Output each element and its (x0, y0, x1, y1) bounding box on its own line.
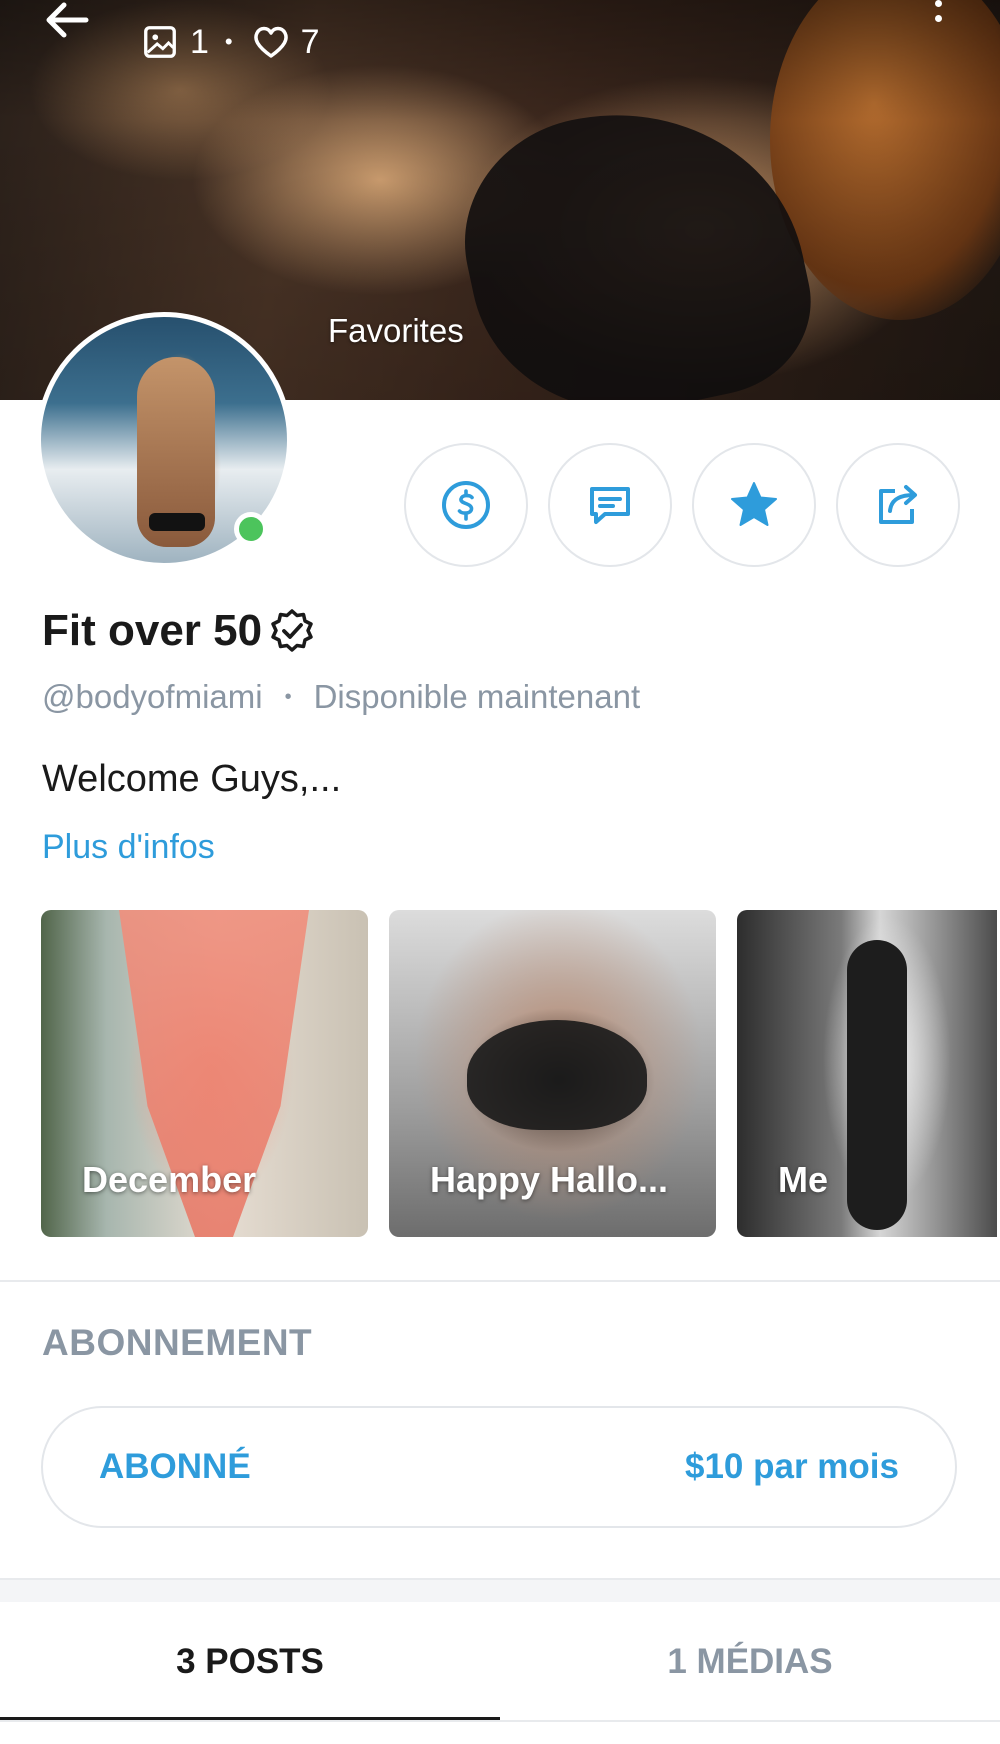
tabs-bottom-border (0, 1720, 1000, 1722)
profile-stats: 1 • 7 (140, 18, 320, 66)
more-info-link[interactable]: Plus d'infos (42, 828, 215, 867)
highlight-card[interactable]: Me (737, 910, 997, 1237)
share-icon (879, 485, 917, 524)
subscription-status: ABONNÉ (99, 1447, 251, 1486)
share-button[interactable] (836, 443, 960, 567)
online-status-dot (234, 512, 268, 546)
highlight-label: Happy Hallo... (430, 1159, 669, 1200)
subscribed-button[interactable]: ABONNÉ $10 par mois (41, 1406, 957, 1528)
highlight-label: December (82, 1159, 257, 1200)
tip-button[interactable] (404, 443, 528, 567)
profile-bio: Welcome Guys,... (42, 758, 342, 800)
profile-name-row: Fit over 50 (42, 606, 316, 656)
message-icon (590, 487, 630, 524)
section-divider (0, 1280, 1000, 1282)
highlight-card[interactable]: Happy Hallo... (389, 910, 716, 1237)
likes-count: 7 (300, 22, 320, 61)
profile-name: Fit over 50 (42, 606, 263, 655)
meta-separator: • (284, 685, 292, 708)
star-icon (731, 482, 777, 526)
more-options-button[interactable] (926, 0, 950, 40)
tab-posts[interactable]: 3 POSTS (0, 1602, 500, 1722)
highlight-label: Me (778, 1159, 829, 1200)
subscription-title: ABONNEMENT (42, 1322, 313, 1363)
stats-separator: • (224, 29, 233, 54)
media-count: 1 (190, 22, 209, 61)
availability-status: Disponible maintenant (313, 678, 641, 715)
heart-icon (251, 22, 291, 62)
cover-caption: Favorites (328, 312, 464, 349)
dollar-icon (442, 481, 490, 529)
arrow-left-icon (46, 2, 89, 38)
profile-actions (404, 443, 960, 567)
profile-meta: @bodyofmiami • Disponible maintenant (42, 678, 640, 716)
username: @bodyofmiami (42, 678, 263, 715)
highlights-row: December Happy Hallo... Me (41, 910, 997, 1237)
highlight-card[interactable]: December (41, 910, 368, 1237)
verified-badge-icon (271, 609, 313, 652)
message-button[interactable] (548, 443, 672, 567)
content-tabs: 3 POSTS 1 MÉDIAS (0, 1602, 1000, 1722)
more-vertical-icon (934, 0, 942, 7)
back-button[interactable] (38, 0, 94, 42)
tab-media[interactable]: 1 MÉDIAS (500, 1602, 1000, 1722)
subscription-price: $10 par mois (685, 1447, 899, 1486)
favorite-button[interactable] (692, 443, 816, 567)
image-icon (140, 22, 180, 62)
